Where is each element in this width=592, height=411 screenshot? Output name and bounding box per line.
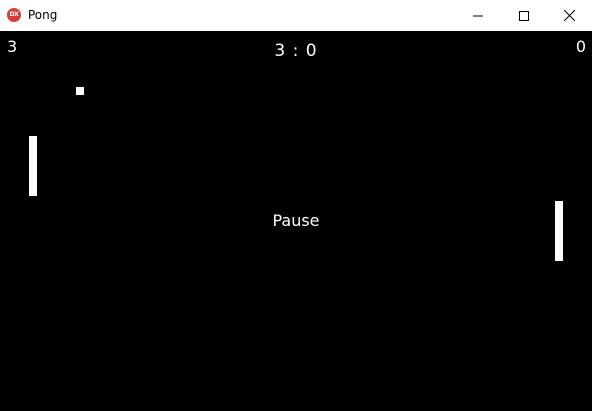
right-player-score: 0 [575, 37, 586, 56]
window-title: Pong [28, 8, 58, 22]
app-window: DX Pong 3 3 : 0 0 Pause [0, 0, 592, 411]
close-button[interactable] [546, 0, 592, 31]
app-icon: DX [7, 8, 21, 22]
game-canvas[interactable]: 3 3 : 0 0 Pause [0, 31, 592, 411]
title-bar[interactable]: DX Pong [0, 0, 592, 31]
right-paddle [555, 201, 563, 261]
match-score: 3 : 0 [274, 41, 318, 61]
maximize-icon [519, 10, 529, 21]
ball [76, 87, 84, 95]
minimize-icon [473, 15, 483, 16]
pause-status: Pause [272, 211, 320, 230]
left-paddle [29, 136, 37, 196]
maximize-button[interactable] [501, 0, 547, 31]
close-icon [563, 10, 575, 21]
minimize-button[interactable] [455, 0, 501, 31]
